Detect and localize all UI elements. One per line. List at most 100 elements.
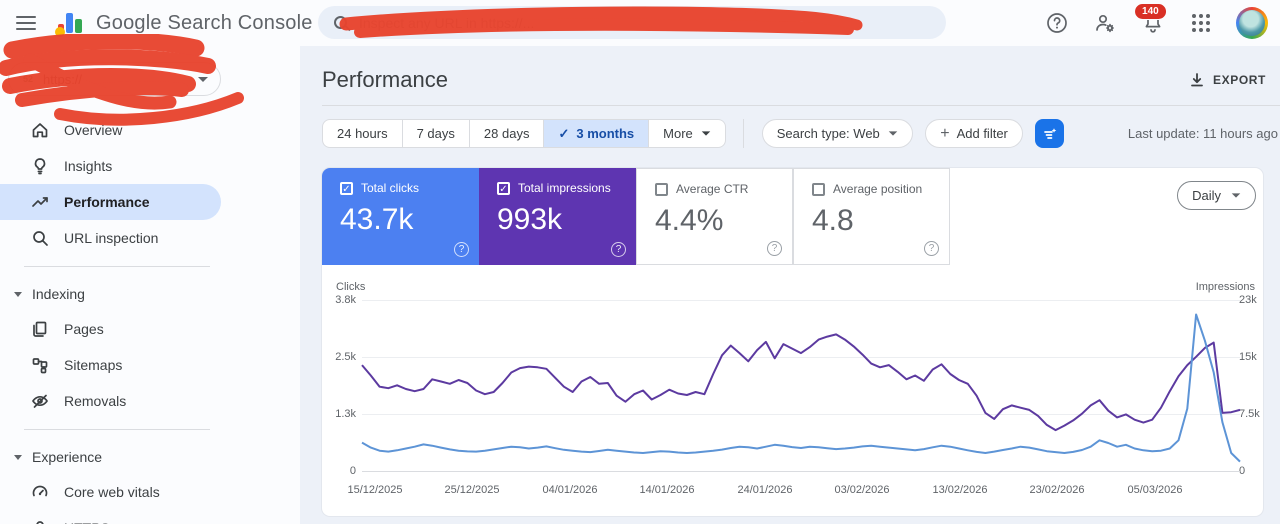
search-type-dropdown[interactable]: Search type: Web	[761, 119, 913, 148]
sidebar-item-label: Overview	[64, 122, 123, 138]
x-tick: 25/12/2025	[444, 484, 500, 496]
checkbox-unchecked-icon[interactable]	[655, 182, 668, 196]
property-label: https://	[43, 71, 83, 87]
series-line-clicks	[361, 313, 1241, 463]
sidebar-item-label: URL inspection	[64, 230, 159, 246]
metric-label: Average CTR	[676, 182, 749, 196]
download-icon	[1191, 73, 1203, 87]
divider	[322, 105, 1280, 106]
speedometer-icon	[30, 482, 50, 502]
range-more-dropdown[interactable]: More	[649, 119, 726, 148]
metric-card-average-position[interactable]: Average position 4.8 ?	[793, 168, 950, 265]
range-24-hours[interactable]: 24 hours	[322, 119, 403, 148]
chevron-down-icon	[701, 131, 711, 136]
magnifier-icon	[30, 228, 50, 248]
account-avatar[interactable]	[1236, 7, 1268, 39]
sidebar: 52 https:// Overview Insights Performanc…	[0, 46, 300, 524]
x-tick: 15/12/2025	[347, 484, 403, 496]
sidebar-item-insights[interactable]: Insights	[0, 148, 240, 184]
x-tick: 04/01/2026	[542, 484, 598, 496]
topbar-actions: 140	[1044, 0, 1280, 46]
help-icon[interactable]: ?	[611, 242, 626, 257]
metric-value: 4.8	[812, 204, 854, 237]
notifications-bell-icon[interactable]: 140	[1134, 3, 1167, 36]
property-selector-dropdown[interactable]: 52 https://	[8, 62, 221, 96]
metric-value: 993k	[497, 203, 563, 236]
section-label: Indexing	[32, 286, 85, 302]
y-tick-left: 3.8k	[335, 294, 356, 306]
metric-card-average-ctr[interactable]: Average CTR 4.4% ?	[636, 168, 793, 265]
help-icon[interactable]	[1044, 10, 1070, 36]
y-tick-left: 2.5k	[335, 351, 356, 363]
sidebar-item-url-inspection[interactable]: URL inspection	[0, 220, 240, 256]
sidebar-item-overview[interactable]: Overview	[0, 112, 240, 148]
x-tick: 14/01/2026	[639, 484, 695, 496]
sidebar-item-sitemaps[interactable]: Sitemaps	[0, 347, 240, 383]
range-28-days[interactable]: 28 days	[469, 119, 545, 148]
x-tick: 23/02/2026	[1029, 484, 1085, 496]
performance-chart: Clicks Impressions 3.8k 2.5k 1.3k 0 23k …	[322, 265, 1263, 516]
last-update-text: Last update: 11 hours ago	[1127, 126, 1278, 141]
sidebar-item-label: Removals	[64, 393, 127, 409]
google-apps-grid-icon[interactable]	[1188, 10, 1214, 36]
sidebar-item-core-web-vitals[interactable]: Core web vitals	[0, 474, 240, 510]
eye-off-icon	[30, 391, 50, 411]
trending-up-icon	[30, 192, 50, 212]
checkbox-checked-icon[interactable]: ✓	[497, 181, 510, 195]
metric-label: Average position	[833, 182, 923, 196]
sidebar-item-label: Insights	[64, 158, 113, 174]
left-axis-title: Clicks	[336, 281, 366, 293]
checkbox-unchecked-icon[interactable]	[812, 182, 825, 196]
property-favicon: 52	[23, 74, 34, 84]
sidebar-item-performance[interactable]: Performance	[0, 184, 221, 220]
chart-svg	[361, 313, 1241, 463]
sidebar-item-https[interactable]: HTTPS	[0, 510, 240, 524]
search-console-logo-icon	[55, 11, 84, 37]
url-inspection-search-input[interactable]: Inspect any URL in https://...	[318, 6, 946, 39]
metric-value: 43.7k	[340, 203, 414, 236]
user-settings-icon[interactable]	[1092, 10, 1118, 36]
sidebar-section-indexing[interactable]: Indexing	[0, 277, 240, 311]
search-placeholder: Inspect any URL in https://...	[359, 14, 535, 31]
home-icon	[30, 120, 50, 140]
sidebar-section-experience[interactable]: Experience	[0, 440, 240, 474]
filter-settings-button[interactable]	[1035, 119, 1065, 148]
export-label: EXPORT	[1213, 73, 1266, 87]
x-tick: 03/02/2026	[834, 484, 890, 496]
help-icon[interactable]: ?	[454, 242, 469, 257]
range-3-months[interactable]: ✓ 3 months	[544, 119, 650, 148]
performance-panel: ✓ Total clicks 43.7k ? ✓ Total impressio…	[322, 168, 1263, 516]
x-tick: 05/03/2026	[1127, 484, 1183, 496]
export-button[interactable]: EXPORT	[1189, 72, 1266, 88]
help-icon[interactable]: ?	[924, 241, 939, 256]
chevron-down-icon	[1231, 193, 1241, 198]
divider	[743, 119, 745, 148]
range-7-days[interactable]: 7 days	[402, 119, 470, 148]
sitemaps-icon	[30, 355, 50, 375]
plus-icon: +	[940, 124, 950, 142]
y-tick-left: 0	[349, 465, 356, 477]
y-tick-left: 1.3k	[335, 408, 356, 420]
sidebar-item-label: Performance	[64, 194, 150, 210]
sidebar-item-label: Pages	[64, 321, 104, 337]
metric-card-total-clicks[interactable]: ✓ Total clicks 43.7k ?	[322, 168, 479, 265]
checkbox-checked-icon[interactable]: ✓	[340, 181, 353, 195]
help-icon[interactable]: ?	[767, 241, 782, 256]
sidebar-item-pages[interactable]: Pages	[0, 311, 240, 347]
pages-icon	[30, 319, 50, 339]
lock-icon	[30, 518, 50, 524]
x-tick: 24/01/2026	[737, 484, 793, 496]
interval-dropdown[interactable]: Daily	[1177, 181, 1256, 210]
chevron-down-icon	[888, 131, 898, 136]
sidebar-item-label: HTTPS	[64, 520, 110, 524]
plot-area[interactable]	[361, 300, 1241, 472]
metric-card-total-impressions[interactable]: ✓ Total impressions 993k ?	[479, 168, 636, 265]
right-axis-title: Impressions	[1195, 281, 1255, 293]
sidebar-item-removals[interactable]: Removals	[0, 383, 240, 419]
divider	[24, 429, 210, 430]
hamburger-menu-icon[interactable]	[16, 16, 36, 30]
page-title: Performance	[322, 67, 448, 92]
sidebar-item-label: Core web vitals	[64, 484, 160, 500]
add-filter-button[interactable]: + Add filter	[925, 119, 1023, 148]
filter-lines-icon	[1043, 127, 1057, 139]
